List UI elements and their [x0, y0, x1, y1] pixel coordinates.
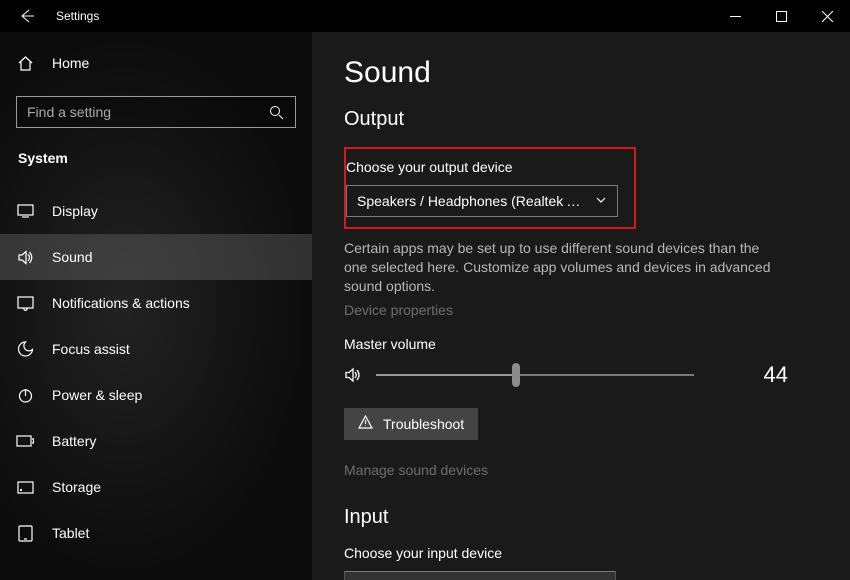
slider-fill: [376, 374, 516, 376]
sidebar-item-label: Display: [52, 203, 98, 219]
choose-output-label: Choose your output device: [346, 159, 626, 175]
sidebar-item-label: Battery: [52, 433, 96, 449]
sidebar-item-label: Sound: [52, 249, 92, 265]
home-icon: [16, 54, 34, 72]
page-title: Sound: [344, 56, 818, 90]
sidebar-section: System: [0, 144, 312, 176]
display-icon: [16, 202, 34, 220]
sidebar-item-tablet[interactable]: Tablet: [0, 510, 312, 556]
output-description: Certain apps may be set up to use differ…: [344, 239, 784, 296]
storage-icon: [16, 478, 34, 496]
output-heading: Output: [344, 108, 818, 131]
output-device-value: Speakers / Headphones (Realtek Au...: [357, 193, 587, 209]
sidebar-item-label: Storage: [52, 479, 101, 495]
search-input[interactable]: [27, 104, 267, 120]
sidebar-item-display[interactable]: Display: [0, 188, 312, 234]
battery-icon: [16, 432, 34, 450]
home-label: Home: [52, 55, 89, 71]
sidebar-item-label: Power & sleep: [52, 387, 142, 403]
maximize-button[interactable]: [758, 0, 804, 32]
notifications-icon: [16, 294, 34, 312]
close-button[interactable]: [804, 0, 850, 32]
volume-value: 44: [764, 362, 818, 388]
slider-thumb[interactable]: [512, 363, 520, 387]
warning-icon: [358, 415, 373, 432]
troubleshoot-button[interactable]: Troubleshoot: [344, 408, 478, 440]
minimize-button[interactable]: [712, 0, 758, 32]
input-heading: Input: [344, 506, 818, 529]
search-icon: [267, 103, 285, 121]
manage-sound-devices-link[interactable]: Manage sound devices: [344, 462, 818, 478]
sidebar-item-label: Notifications & actions: [52, 295, 190, 311]
device-properties-link[interactable]: Device properties: [344, 302, 818, 318]
troubleshoot-label: Troubleshoot: [383, 416, 464, 432]
volume-icon: [344, 366, 362, 384]
chevron-down-icon: [595, 193, 607, 209]
sidebar-item-power-sleep[interactable]: Power & sleep: [0, 372, 312, 418]
tablet-icon: [16, 524, 34, 542]
sidebar-item-battery[interactable]: Battery: [0, 418, 312, 464]
sidebar-item-label: Focus assist: [52, 341, 130, 357]
sidebar-item-storage[interactable]: Storage: [0, 464, 312, 510]
sidebar-item-focus-assist[interactable]: Focus assist: [0, 326, 312, 372]
back-icon[interactable]: [18, 7, 36, 25]
output-device-highlight: Choose your output device Speakers / Hea…: [344, 147, 636, 229]
output-device-select[interactable]: Speakers / Headphones (Realtek Au...: [346, 185, 618, 217]
input-device-select[interactable]: [344, 571, 616, 580]
focus-assist-icon: [16, 340, 34, 358]
sound-icon: [16, 248, 34, 266]
home-nav[interactable]: Home: [0, 40, 312, 86]
sidebar-item-notifications[interactable]: Notifications & actions: [0, 280, 312, 326]
volume-slider[interactable]: [376, 374, 694, 376]
power-icon: [16, 386, 34, 404]
window-title: Settings: [56, 9, 99, 23]
sidebar-item-label: Tablet: [52, 525, 89, 541]
master-volume-label: Master volume: [344, 336, 818, 352]
sidebar-item-sound[interactable]: Sound: [0, 234, 312, 280]
choose-input-label: Choose your input device: [344, 545, 818, 561]
search-input-container[interactable]: [16, 96, 296, 128]
